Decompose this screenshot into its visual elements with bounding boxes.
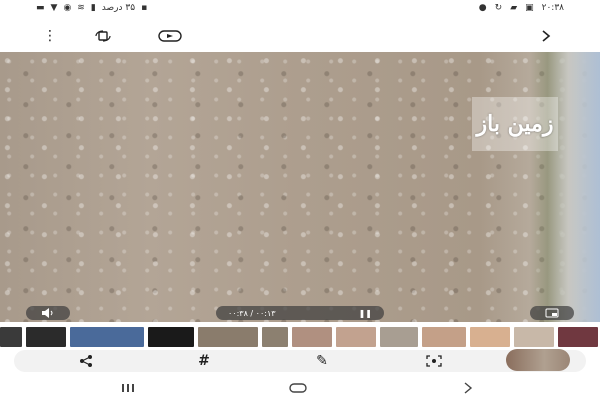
rotate-icon[interactable] xyxy=(92,26,114,46)
ground-texture xyxy=(0,52,600,322)
watermark-text: زمین باز xyxy=(476,111,554,137)
filmstrip-thumbnail[interactable] xyxy=(26,327,66,347)
wifi-icon: ≋ xyxy=(77,3,85,13)
filmstrip-thumbnail[interactable] xyxy=(262,327,288,347)
home-icon[interactable] xyxy=(286,380,310,396)
capture-icon[interactable] xyxy=(422,350,446,372)
filmstrip-thumbnail[interactable] xyxy=(422,327,466,347)
filmstrip-thumbnail[interactable] xyxy=(292,327,332,347)
filmstrip-thumbnail[interactable] xyxy=(470,327,510,347)
battery-icon: ▬ xyxy=(36,3,45,13)
alarm-icon: ◉ xyxy=(63,3,72,13)
filmstrip-thumbnail[interactable] xyxy=(336,327,376,347)
filmstrip-thumbnail[interactable] xyxy=(380,327,418,347)
pip-icon[interactable] xyxy=(530,306,574,320)
chat-icon: ▰ xyxy=(510,3,518,13)
filmstrip xyxy=(0,327,600,347)
filmstrip-thumbnail[interactable] xyxy=(0,327,22,347)
edit-icon[interactable]: ✎ xyxy=(310,350,334,372)
time-label: ۰۰:۳۸ / ۰۰:۱۳ xyxy=(228,308,276,318)
location-icon: ▼ xyxy=(50,3,58,13)
hashtag-icon[interactable]: # xyxy=(192,350,216,372)
chevron-icon[interactable] xyxy=(538,26,554,46)
more-vert-icon[interactable]: ⋮ xyxy=(42,26,58,46)
watermark-logo: زمین باز xyxy=(472,97,558,151)
back-icon[interactable] xyxy=(456,380,480,396)
video-frame[interactable]: زمین باز ۰۰:۳۸ / ۰۰:۱۳ ❚❚ xyxy=(0,52,600,322)
share-icon[interactable] xyxy=(74,350,98,372)
signal-icon: ▮ xyxy=(90,3,96,13)
top-toolbar: ⋮ xyxy=(0,22,600,50)
action-bar: # ✎ xyxy=(14,350,586,372)
cast-icon[interactable] xyxy=(156,26,184,46)
status-bar: ▪ ۳۵ درصد ▮ ≋ ◉ ▼ ▬ ● ↻ ▰ ▣ ۲۰:۳۸ xyxy=(0,0,600,16)
clock-text: ۲۰:۳۸ xyxy=(541,3,564,13)
download-icon: ▣ xyxy=(525,3,534,13)
playback-bar: ۰۰:۳۸ / ۰۰:۱۳ ❚❚ xyxy=(216,306,384,320)
filmstrip-thumbnail[interactable] xyxy=(148,327,194,347)
sync-icon: ↻ xyxy=(494,3,503,13)
status-right: ● ↻ ▰ ▣ ۲۰:۳۸ xyxy=(479,2,564,14)
pause-icon[interactable]: ❚❚ xyxy=(359,309,372,318)
current-frame-preview[interactable] xyxy=(506,349,570,371)
battery-text: ۳۵ درصد xyxy=(101,3,136,13)
horizon-strip xyxy=(530,52,600,322)
filmstrip-thumbnail[interactable] xyxy=(198,327,258,347)
recents-icon[interactable] xyxy=(116,380,140,396)
navigation-bar xyxy=(0,376,600,400)
volume-icon[interactable] xyxy=(26,306,70,320)
filmstrip-thumbnail[interactable] xyxy=(514,327,554,347)
status-left: ▪ ۳۵ درصد ▮ ≋ ◉ ▼ ▬ xyxy=(36,2,147,14)
filmstrip-thumbnail[interactable] xyxy=(558,327,598,347)
video-player-screen: ▪ ۳۵ درصد ▮ ≋ ◉ ▼ ▬ ● ↻ ▰ ▣ ۲۰:۳۸ ⋮ زمین… xyxy=(0,0,600,400)
filmstrip-thumbnail[interactable] xyxy=(70,327,144,347)
image-icon: ● xyxy=(478,3,487,13)
gallery-icon: ▪ xyxy=(141,3,148,13)
